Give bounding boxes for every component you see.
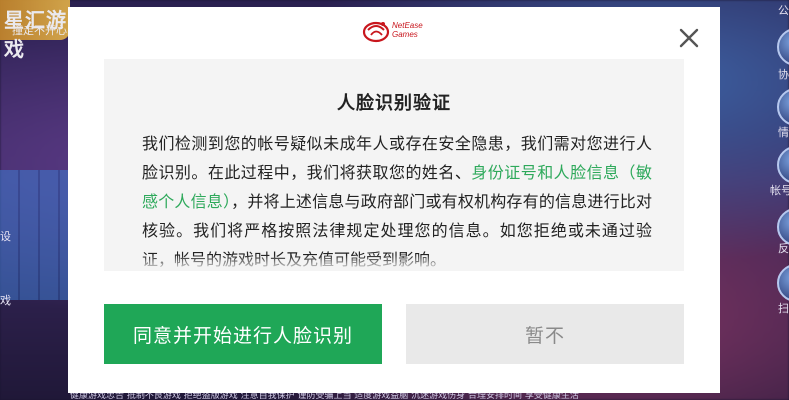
right-side-menu: 公 协 情 帐号 反 扫 <box>720 0 789 400</box>
logo-text: NetEase Games <box>392 21 423 39</box>
notice-content-box[interactable]: 人脸识别验证 我们检测到您的帐号疑似未成年人或存在安全隐患，我们需对您进行人脸识… <box>104 59 684 271</box>
scroll-fade <box>104 255 684 271</box>
side-label-3: 情 <box>778 126 789 139</box>
side-label-4: 帐号 <box>770 184 789 197</box>
left-label-1: 设 <box>0 230 11 243</box>
logo-brand: NetEase <box>392 21 423 30</box>
side-button-5[interactable] <box>777 264 789 302</box>
side-button-2[interactable] <box>777 88 789 126</box>
side-button-3[interactable] <box>777 146 789 184</box>
logo-sub: Games <box>392 30 418 39</box>
left-label-2: 戏 <box>0 294 11 307</box>
health-notice-footer: 健康游戏忠告 抵制不良游戏 拒绝盗版游戏 注意自我保护 谨防受骗上当 适度游戏益… <box>70 392 579 400</box>
notice-body-text: 我们检测到您的帐号疑似未成年人或存在安全隐患，我们需对您进行人脸识别。在此过程中… <box>142 129 652 271</box>
face-verification-dialog: NetEase Games 人脸识别验证 我们检测到您的帐号疑似未成年人或存在安… <box>68 7 720 393</box>
agree-face-recognition-button[interactable]: 同意并开始进行人脸识别 <box>104 304 382 364</box>
side-label-6: 扫 <box>778 302 789 315</box>
side-label-2: 协 <box>778 68 789 81</box>
close-button[interactable] <box>676 25 702 51</box>
game-banner: 星汇游戏 撞走不开心 <box>0 0 70 61</box>
netease-logo-icon <box>362 21 390 43</box>
banner-subtitle: 撞走不开心 <box>12 24 67 37</box>
close-icon <box>679 28 699 48</box>
netease-games-logo: NetEase Games <box>362 18 442 44</box>
decline-button[interactable]: 暂不 <box>406 304 684 364</box>
side-button-1[interactable] <box>777 28 789 66</box>
side-label-5: 反 <box>778 242 789 255</box>
side-label-1: 公 <box>778 4 789 17</box>
dialog-title: 人脸识别验证 <box>337 93 451 114</box>
